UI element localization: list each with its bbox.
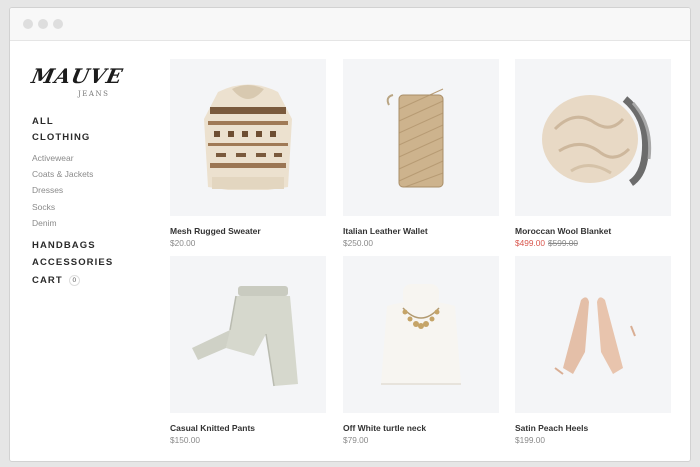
nav-handbags[interactable]: HANDBAGS — [32, 237, 152, 254]
product-card[interactable]: Moroccan Wool Blanket $499.00 $599.00 — [515, 59, 671, 250]
logo-subtitle: JEANS — [78, 90, 110, 98]
product-name[interactable]: Satin Peach Heels — [515, 422, 671, 434]
nav-coats-jackets[interactable]: Coats & Jackets — [32, 166, 152, 182]
product-name[interactable]: Moroccan Wool Blanket — [515, 225, 671, 237]
original-price: $599.00 — [548, 238, 578, 248]
nav-clothing[interactable]: CLOTHING — [32, 130, 152, 146]
cart-link[interactable]: CART 0 — [32, 271, 152, 290]
logo-wordmark: MAUVE — [29, 64, 126, 88]
cart-count-badge: 0 — [68, 275, 80, 287]
product-name[interactable]: Mesh Rugged Sweater — [170, 225, 326, 237]
nav-accessories[interactable]: ACCESSORIES — [32, 254, 152, 271]
clothing-subnav: Activewear Coats & Jackets Dresses Socks… — [32, 150, 152, 231]
nav-denim[interactable]: Denim — [32, 215, 152, 231]
product-card[interactable]: Off White turtle neck $79.00 — [343, 256, 499, 447]
nav-activewear[interactable]: Activewear — [32, 150, 152, 166]
product-card[interactable]: Italian Leather Wallet $250.00 — [343, 59, 499, 250]
nav-all[interactable]: ALL — [32, 114, 152, 130]
product-name[interactable]: Italian Leather Wallet — [343, 225, 499, 237]
window-titlebar — [10, 8, 690, 41]
product-price: $79.00 — [343, 435, 369, 445]
product-price: $20.00 — [170, 238, 196, 248]
heels-image[interactable] — [515, 256, 671, 413]
product-card[interactable]: Casual Knitted Pants $150.00 — [170, 256, 326, 447]
sweater-image[interactable] — [170, 59, 326, 216]
browser-window: MAUVE JEANS ALL CLOTHING Activewear Coat… — [9, 7, 691, 462]
product-price: $150.00 — [170, 435, 200, 445]
product-price: $250.00 — [343, 238, 373, 248]
product-price: $199.00 — [515, 435, 545, 445]
window-close-dot[interactable] — [23, 19, 33, 29]
product-price-block: $499.00 $599.00 — [515, 237, 671, 250]
wallet-image[interactable] — [343, 59, 499, 216]
window-minimize-dot[interactable] — [38, 19, 48, 29]
nav-dresses[interactable]: Dresses — [32, 182, 152, 198]
product-name[interactable]: Off White turtle neck — [343, 422, 499, 434]
nav-socks[interactable]: Socks — [32, 199, 152, 215]
window-maximize-dot[interactable] — [53, 19, 63, 29]
product-card[interactable]: Satin Peach Heels $199.00 — [515, 256, 671, 447]
sale-price: $499.00 — [515, 238, 545, 248]
product-card[interactable]: Mesh Rugged Sweater $20.00 — [170, 59, 326, 250]
blanket-image[interactable] — [515, 59, 671, 216]
sidebar: MAUVE JEANS ALL CLOTHING Activewear Coat… — [29, 60, 152, 290]
brand-logo[interactable]: MAUVE JEANS — [29, 60, 126, 106]
turtleneck-image[interactable] — [343, 256, 499, 413]
product-name[interactable]: Casual Knitted Pants — [170, 422, 326, 434]
pants-image[interactable] — [170, 256, 326, 413]
nav-cart[interactable]: CART — [32, 271, 63, 290]
